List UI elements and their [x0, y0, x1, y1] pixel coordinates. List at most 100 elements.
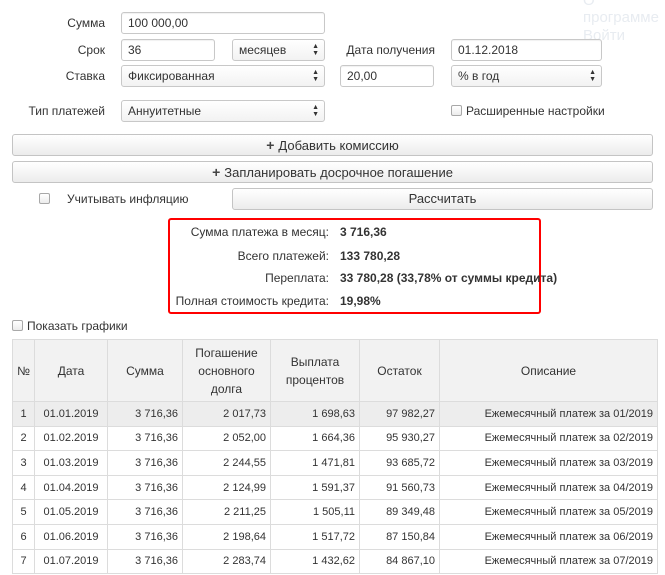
column-header: Дата — [34, 339, 108, 402]
term-input[interactable]: 36 — [121, 39, 215, 61]
total-payments-value: 133 780,28 — [340, 249, 401, 263]
show-charts-label[interactable]: Показать графики — [27, 319, 128, 333]
calculate-button[interactable]: Рассчитать — [232, 188, 653, 210]
table-cell: 7 — [12, 548, 35, 575]
monthly-payment-label: Сумма платежа в месяц: — [190, 225, 329, 239]
date-label: Дата получения — [346, 43, 435, 57]
full-cost-value: 19,98% — [340, 294, 381, 308]
plan-early-repayment-label: Запланировать досрочное погашение — [224, 165, 453, 180]
table-cell: 2 244,55 — [182, 450, 271, 476]
table-row[interactable]: 7 01.07.2019 3 716,36 2 283,74 1 432,62 84 86… — [12, 548, 658, 575]
plan-early-repayment-button[interactable]: + Запланировать досрочное погашение — [12, 161, 653, 183]
summary-box: Сумма платежа в месяц: 3 716,36 Всего пл… — [168, 218, 557, 314]
table-cell: 01.07.2019 — [34, 548, 108, 575]
monthly-payment-value: 3 716,36 — [340, 225, 387, 239]
select-arrows-icon: ▲ ▼ — [589, 69, 596, 83]
table-cell: 3 716,36 — [107, 425, 183, 452]
table-cell: Ежемесячный платеж за 06/2019 — [439, 523, 658, 550]
table-cell: 01.03.2019 — [34, 450, 108, 476]
table-cell: 01.05.2019 — [34, 499, 108, 525]
table-cell: 1 471,81 — [270, 450, 360, 476]
table-cell: 3 716,36 — [107, 523, 183, 550]
table-cell: 3 716,36 — [107, 474, 183, 501]
column-header: № — [12, 339, 35, 402]
date-input[interactable]: 01.12.2018 — [451, 39, 602, 61]
payment-type-value: Аннуитетные — [128, 104, 202, 118]
table-row[interactable]: 1 01.01.2019 3 716,36 2 017,73 1 698,63 97 98… — [12, 401, 658, 427]
column-header: Остаток — [359, 339, 440, 402]
table-cell: 3 — [12, 450, 35, 476]
table-cell: 1 505,11 — [270, 499, 360, 525]
inflation-label[interactable]: Учитывать инфляцию — [67, 192, 188, 206]
sum-input[interactable]: 100 000,00 — [121, 12, 325, 34]
column-header: Сумма — [107, 339, 183, 402]
table-cell: 1 — [12, 401, 35, 427]
table-cell: Ежемесячный платеж за 01/2019 — [439, 401, 658, 427]
table-cell: Ежемесячный платеж за 05/2019 — [439, 499, 658, 525]
rate-type-value: Фиксированная — [128, 69, 215, 83]
table-cell: 01.04.2019 — [34, 474, 108, 501]
table-cell: 1 432,62 — [270, 548, 360, 575]
plus-icon: + — [212, 164, 221, 180]
rate-type-select[interactable]: Фиксированная ▲ ▼ — [121, 65, 325, 87]
column-header: Описание — [439, 339, 658, 402]
select-arrows-icon: ▲ ▼ — [312, 43, 319, 57]
table-cell: 01.06.2019 — [34, 523, 108, 550]
table-cell: 1 698,63 — [270, 401, 360, 427]
table-cell: 97 982,27 — [359, 401, 440, 427]
about-menu-item[interactable]: О программе — [583, 0, 665, 26]
overpayment-value: 33 780,28 (33,78% от суммы кредита) — [340, 271, 558, 285]
overpayment-label: Переплата: — [265, 271, 329, 285]
table-cell: 93 685,72 — [359, 450, 440, 476]
table-row[interactable]: 4 01.04.2019 3 716,36 2 124,99 1 591,37 91 56… — [12, 474, 658, 501]
table-cell: 2 017,73 — [182, 401, 271, 427]
rate-unit-select[interactable]: % в год ▲ ▼ — [451, 65, 602, 87]
table-row[interactable]: 5 01.05.2019 3 716,36 2 211,25 1 505,11 89 34… — [12, 499, 658, 525]
advanced-settings-label[interactable]: Расширенные настройки — [466, 104, 605, 118]
sum-label: Сумма — [67, 16, 105, 30]
table-cell: 87 150,84 — [359, 523, 440, 550]
table-cell: 2 198,64 — [182, 523, 271, 550]
column-header: Погашение основного долга — [182, 339, 271, 402]
full-cost-label: Полная стоимость кредита: — [175, 294, 329, 308]
table-cell: 01.01.2019 — [34, 401, 108, 427]
total-payments-label: Всего платежей: — [237, 249, 329, 263]
plus-icon: + — [266, 137, 275, 153]
table-cell: 6 — [12, 523, 35, 550]
table-cell: 3 716,36 — [107, 548, 183, 575]
table-cell: 84 867,10 — [359, 548, 440, 575]
table-cell: 3 716,36 — [107, 401, 183, 427]
add-commission-label: Добавить комиссию — [278, 138, 399, 153]
table-cell: Ежемесячный платеж за 02/2019 — [439, 425, 658, 452]
table-cell: 1 517,72 — [270, 523, 360, 550]
advanced-settings-checkbox[interactable] — [451, 105, 462, 116]
show-charts-checkbox[interactable] — [12, 320, 23, 331]
term-label: Срок — [77, 43, 105, 57]
rate-unit-value: % в год — [458, 69, 500, 83]
term-unit-value: месяцев — [239, 43, 287, 57]
payment-type-label: Тип платежей — [28, 104, 105, 118]
table-cell: 3 716,36 — [107, 499, 183, 525]
select-arrows-icon: ▲ ▼ — [312, 69, 319, 83]
select-arrows-icon: ▲ ▼ — [312, 104, 319, 118]
column-header: Выплата процентов — [270, 339, 360, 402]
table-cell: 5 — [12, 499, 35, 525]
table-cell: 2 052,00 — [182, 425, 271, 452]
payment-type-select[interactable]: Аннуитетные ▲ ▼ — [121, 100, 325, 122]
table-cell: 2 — [12, 425, 35, 452]
table-cell: Ежемесячный платеж за 04/2019 — [439, 474, 658, 501]
table-row[interactable]: 6 01.06.2019 3 716,36 2 198,64 1 517,72 87 15… — [12, 523, 658, 550]
table-row[interactable]: 2 01.02.2019 3 716,36 2 052,00 1 664,36 95 93… — [12, 425, 658, 452]
table-header-row: № Дата Сумма Погашение основного долга В… — [12, 339, 658, 402]
table-cell: 91 560,73 — [359, 474, 440, 501]
table-cell: Ежемесячный платеж за 07/2019 — [439, 548, 658, 575]
term-unit-select[interactable]: месяцев ▲ ▼ — [232, 39, 325, 61]
table-cell: 89 349,48 — [359, 499, 440, 525]
rate-input[interactable]: 20,00 — [340, 65, 434, 87]
add-commission-button[interactable]: + Добавить комиссию — [12, 134, 653, 156]
table-cell: 4 — [12, 474, 35, 501]
table-row[interactable]: 3 01.03.2019 3 716,36 2 244,55 1 471,81 93 68… — [12, 450, 658, 476]
rate-label: Ставка — [65, 69, 105, 83]
inflation-checkbox[interactable] — [39, 193, 50, 204]
table-cell: 1 664,36 — [270, 425, 360, 452]
